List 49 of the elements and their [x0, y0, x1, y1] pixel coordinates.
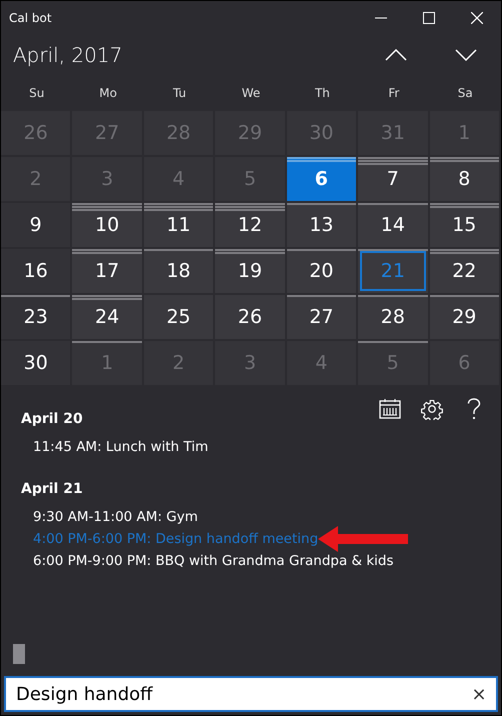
day-cell[interactable]: 27	[286, 295, 356, 339]
day-cell[interactable]: 10	[72, 203, 142, 247]
day-cell[interactable]: 23	[1, 295, 70, 339]
weekday-label: Fr	[387, 86, 400, 100]
agenda-event[interactable]: 9:30 AM-11:00 AM: Gym	[33, 509, 198, 525]
help-icon	[467, 398, 481, 420]
day-cell[interactable]: 19	[215, 249, 285, 293]
agenda-event[interactable]: 11:45 AM: Lunch with Tim	[33, 439, 208, 455]
calendar-icon	[379, 399, 401, 419]
day-cell[interactable]: 17	[72, 249, 142, 293]
window-title: Cal bot	[9, 11, 53, 25]
day-cell[interactable]: 18	[144, 249, 214, 293]
day-cell[interactable]: 30	[1, 341, 70, 385]
day-cell[interactable]: 26	[215, 295, 285, 339]
day-cell[interactable]: 7	[358, 157, 428, 201]
weekday-label: Th	[314, 86, 331, 100]
day-cell[interactable]: 11	[144, 203, 214, 247]
day-cell[interactable]: 13	[286, 203, 356, 247]
search-field[interactable]: Design handoff ×	[4, 676, 498, 712]
day-cell[interactable]: 22	[430, 249, 499, 293]
day-cell[interactable]: 15	[430, 203, 499, 247]
day-cell[interactable]: 6	[286, 157, 356, 201]
down-chevron-icon	[455, 49, 477, 61]
agenda-date: April 20	[21, 411, 84, 427]
agenda-date: April 21	[21, 481, 84, 497]
day-cell[interactable]: 25	[144, 295, 214, 339]
day-cell[interactable]: 16	[1, 249, 70, 293]
day-cell[interactable]: 24	[72, 295, 142, 339]
up-chevron-icon	[385, 49, 407, 61]
clear-button[interactable]: ×	[462, 684, 496, 704]
day-cell[interactable]: 14	[358, 203, 428, 247]
day-cell[interactable]: 28	[358, 295, 428, 339]
weekday-label: Sa	[456, 86, 474, 100]
weekday-label: Su	[28, 86, 46, 100]
scroll-thumb[interactable]	[13, 644, 25, 664]
maximize-icon	[423, 12, 435, 24]
day-cell[interactable]: 9	[1, 203, 70, 247]
weekday-label: We	[240, 86, 262, 100]
arrow-icon	[318, 526, 408, 552]
weekday-label: Tu	[172, 86, 188, 100]
month-title: April, 2017	[13, 43, 124, 67]
settings-icon	[421, 398, 443, 420]
close-icon	[471, 12, 483, 24]
day-cell[interactable]: 20	[286, 249, 356, 293]
weekday-label: Mo	[98, 86, 118, 100]
day-cell[interactable]: 12	[215, 203, 285, 247]
agenda-event[interactable]: 6:00 PM-9:00 PM: BBQ with Grandma Grandpa & kids	[33, 553, 394, 569]
day-cell[interactable]: 8	[430, 157, 499, 201]
day-cell[interactable]: 29	[430, 295, 499, 339]
